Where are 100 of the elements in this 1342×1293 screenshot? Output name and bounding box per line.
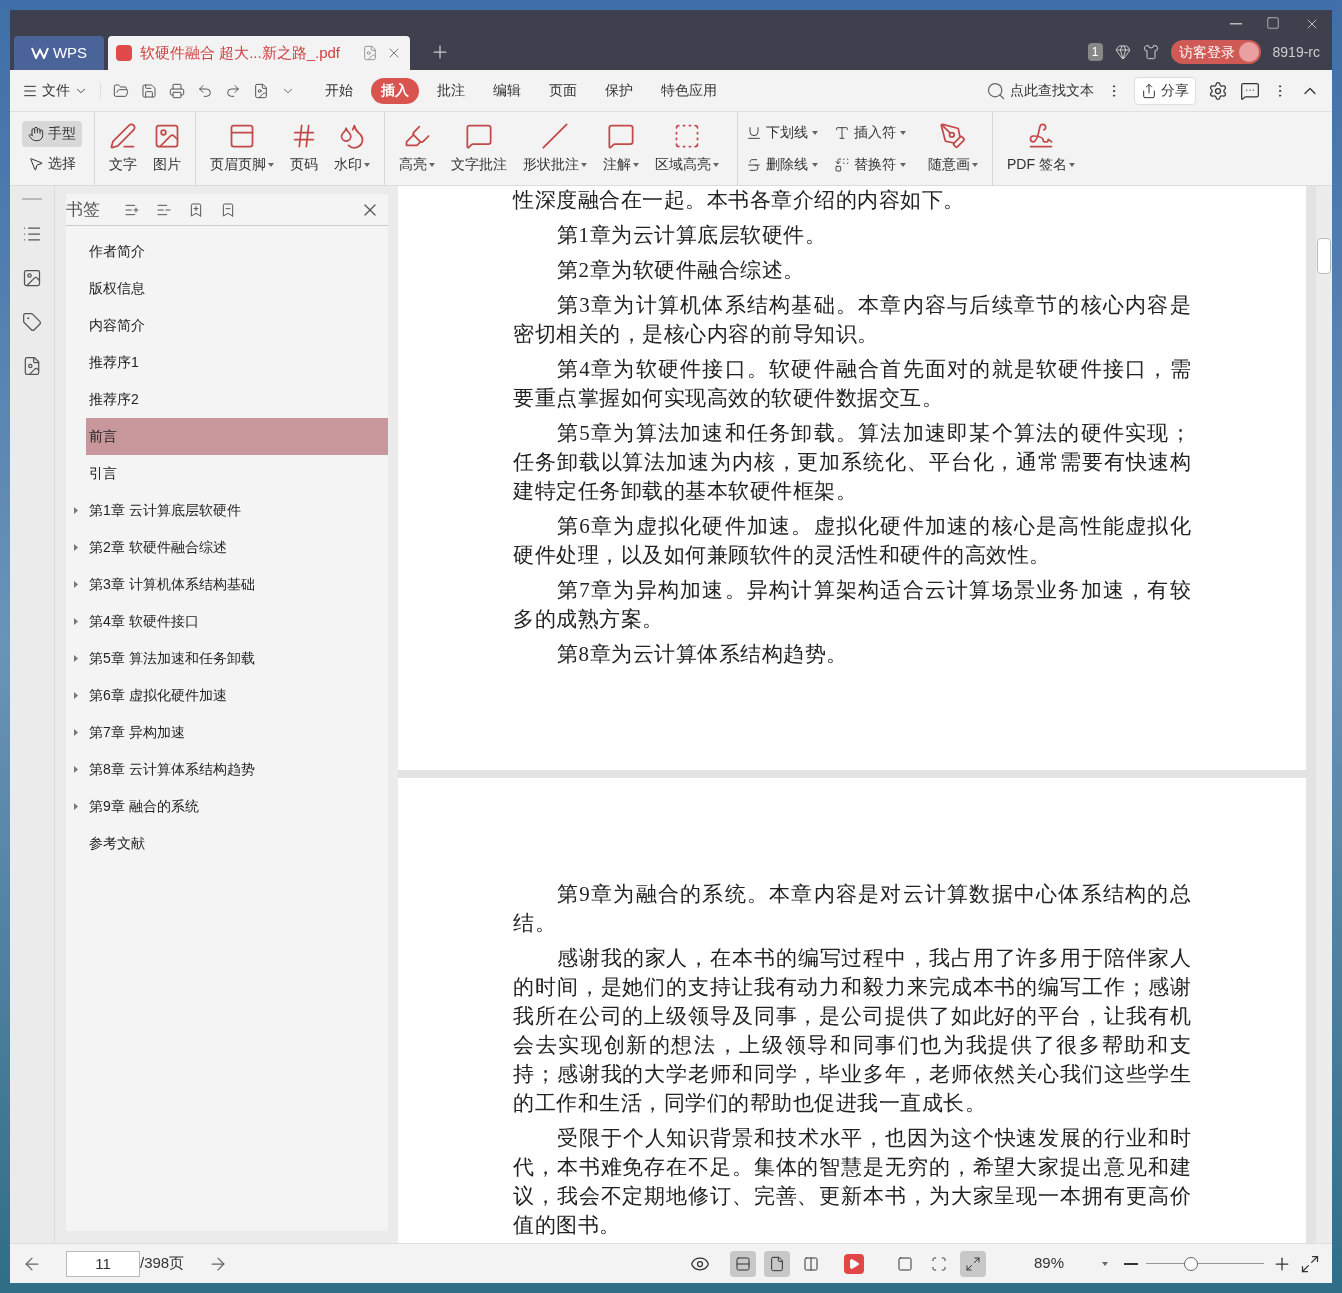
search-button[interactable]: 点此查找文本	[986, 80, 1094, 101]
page-total: /398页	[140, 1253, 185, 1274]
expand-triangle-icon	[74, 581, 78, 588]
paragraph: 性深度融合在一起。本书各章介绍的内容如下。	[513, 187, 966, 214]
mode-button[interactable]: 选择	[22, 150, 82, 177]
expand-triangle-icon	[74, 544, 78, 551]
folder-icon	[113, 82, 129, 99]
tool-button[interactable]: 图片	[147, 115, 187, 182]
menu-tab[interactable]: 开始	[315, 77, 363, 104]
dropdown-caret-icon	[713, 162, 719, 167]
document-tab[interactable]: 软硬件融合 超大...新之路_.pdf	[108, 36, 410, 70]
pdf-file-icon	[116, 45, 132, 61]
view-mode-icon	[735, 1255, 751, 1272]
dashed-square-icon	[673, 122, 701, 150]
minimize-icon	[1230, 23, 1242, 25]
image-icon	[153, 122, 181, 150]
paragraph: 第2章为软硬件融合综述。	[556, 257, 806, 284]
view-mode-button[interactable]	[730, 1250, 756, 1277]
tool-button[interactable]: 下划线	[746, 120, 818, 145]
play-icon[interactable]	[844, 1253, 864, 1274]
settings-icon	[1208, 80, 1228, 101]
menu-tab[interactable]: 插入	[371, 77, 419, 104]
paragraph: 第4章为软硬件接口。软硬件融合首先面对的就是软硬件接口，需要重点掌握如何实现高效的软硬件数据交互。	[513, 356, 1191, 412]
menu-tab[interactable]: 页面	[539, 77, 587, 104]
expand-triangle-icon	[74, 692, 78, 699]
dropdown-caret-icon	[1102, 1261, 1108, 1266]
paragraph: 受限于个人知识背景和技术水平，也因为这个快速发展的行业和时代，本书难免存在不足。集体的智慧是无穷的，希望大家提出意见和建议，我会不定期地修订、完善、更新本书，为大家呈现一本拥有更高价值的图书。	[513, 1125, 1191, 1239]
file-menu[interactable]: 文件	[22, 80, 88, 101]
diamond-icon	[1114, 44, 1131, 60]
dropdown-caret-icon	[1068, 162, 1075, 167]
paragraph: 第3章为计算机体系结构基础。本章内容与后续章节的核心内容是密切相关的，是核心内容的前导知识。	[513, 292, 1191, 348]
menu-tab[interactable]: 特色应用	[651, 77, 727, 104]
share-button[interactable]: 分享	[1134, 76, 1196, 105]
view-mode-icon	[769, 1255, 785, 1272]
home-tab[interactable]: WPS	[14, 36, 104, 70]
expand-triangle-icon	[74, 507, 78, 514]
save-icon	[141, 82, 157, 99]
tool-button[interactable]: 页码	[284, 115, 324, 182]
drag-handle[interactable]	[22, 198, 42, 200]
tool-button[interactable]: 水印	[328, 115, 376, 182]
share-icon	[1141, 82, 1157, 99]
paragraph: 第9章为融合的系统。本章内容是对云计算数据中心体系结构的总结。	[513, 881, 1191, 937]
tool-button[interactable]: 高亮	[393, 115, 441, 182]
dropdown-caret-icon	[364, 162, 370, 167]
bookmark-minus-icon	[220, 201, 236, 218]
fit-mode-button[interactable]	[960, 1250, 986, 1277]
fit-mode-icon	[965, 1255, 981, 1272]
slider-thumb[interactable]	[1183, 1256, 1198, 1271]
dropdown-caret-icon	[633, 162, 639, 167]
replace-icon	[834, 156, 850, 173]
page-input[interactable]: 11	[66, 1250, 140, 1277]
wps-logo-icon	[30, 47, 49, 59]
tool-button[interactable]: 文字批注	[445, 115, 513, 182]
paragraph: 第6章为虚拟化硬件加速。虚拟化硬件加速的核心是高性能虚拟化硬件处理，以及如何兼顾软件的灵活性和硬件的高效性。	[513, 513, 1191, 569]
speech-bubble-icon	[607, 122, 635, 150]
tab-title: 软硬件融合 超大...新之路_.pdf	[140, 42, 341, 63]
menu-tab[interactable]: 批注	[427, 77, 475, 104]
tool-button[interactable]: 页眉页脚	[204, 115, 280, 182]
zoom-slider[interactable]	[1146, 1256, 1264, 1271]
fullscreen-icon	[1300, 1253, 1320, 1274]
shirt-icon	[1142, 44, 1159, 60]
text-comment-icon	[465, 122, 493, 150]
fit-mode-icon	[931, 1255, 947, 1272]
view-mode-button[interactable]	[764, 1250, 790, 1277]
dropdown-caret-icon	[581, 162, 587, 167]
tool-button[interactable]: 文字	[103, 115, 143, 182]
expand-triangle-icon	[74, 803, 78, 810]
tool-button[interactable]: PDF 签名	[1001, 115, 1081, 182]
menu-tab[interactable]: 编辑	[483, 77, 531, 104]
mode-button[interactable]: 手型	[22, 120, 82, 147]
login-button[interactable]: 访客登录	[1170, 40, 1261, 64]
pen-icon	[109, 122, 137, 150]
expand-triangle-icon	[74, 729, 78, 736]
tool-button[interactable]: 随意画	[922, 115, 984, 182]
pen-tool-icon	[939, 122, 967, 150]
watermark-icon	[338, 122, 366, 150]
dropdown-caret-icon	[429, 162, 435, 167]
dropdown-caret-icon	[812, 130, 818, 135]
scrollbar-thumb[interactable]	[1317, 238, 1331, 274]
window-count[interactable]: 1	[1087, 43, 1103, 61]
dropdown-caret-icon	[900, 162, 906, 167]
expand-triangle-icon	[74, 655, 78, 662]
paragraph: 第8章为云计算体系结构趋势。	[556, 641, 849, 668]
header-footer-icon	[228, 122, 256, 150]
dropdown-caret-icon	[812, 162, 818, 167]
tool-button[interactable]: 形状批注	[517, 115, 593, 182]
avatar-icon	[1238, 42, 1259, 62]
line-icon	[541, 122, 569, 150]
hand-icon	[28, 125, 44, 142]
paragraph: 第1章为云计算底层软硬件。	[556, 222, 827, 249]
zoom-value[interactable]: 89%	[1034, 1252, 1094, 1275]
tool-button[interactable]: 插入符	[834, 120, 906, 145]
tool-button[interactable]: 注解	[597, 115, 645, 182]
menu-tab[interactable]: 保护	[595, 77, 643, 104]
paragraph: 第7章为异构加速。异构计算架构适合云计算场景业务加速，有较多的成熟方案。	[513, 577, 1191, 633]
tool-button[interactable]: 区域高亮	[649, 115, 725, 182]
tool-button[interactable]: 删除线	[746, 152, 818, 177]
user-name: 8919-rc	[1272, 42, 1320, 62]
tool-button[interactable]: 替换符	[834, 152, 906, 177]
zoom-out-icon[interactable]	[1124, 1262, 1138, 1265]
